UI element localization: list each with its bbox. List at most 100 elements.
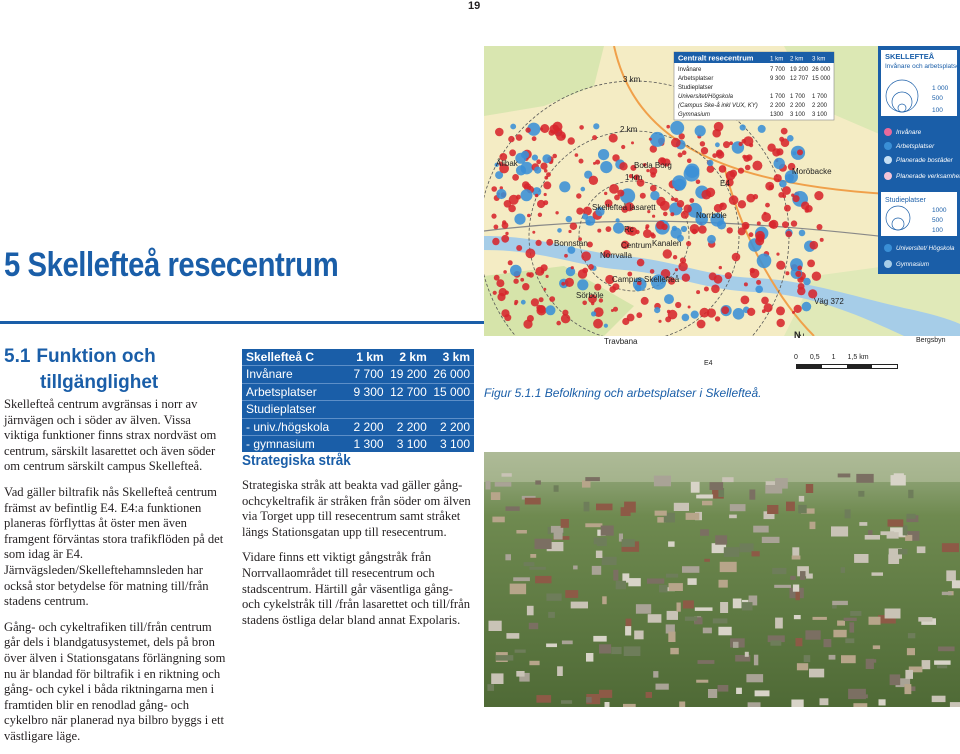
workplace-dot [501, 234, 510, 243]
scale-label: 1,5 km [847, 354, 869, 361]
workplace-dot [498, 288, 507, 297]
workplace-dot [525, 127, 531, 133]
scale-labels: 0 0,5 1 1,5 km [794, 354, 869, 361]
workplace-dot [652, 214, 656, 218]
building-block [946, 570, 956, 582]
workplace-dot [661, 223, 668, 230]
table-cell: Arbetsplatser [246, 384, 317, 399]
workplace-dot [588, 264, 594, 270]
workplace-dot [746, 193, 756, 203]
table-cell: Invånare [246, 367, 293, 382]
workplace-dot [743, 155, 751, 162]
building-block [635, 604, 652, 614]
resident-dot [716, 220, 727, 230]
workplace-dot [713, 274, 723, 284]
building-block [767, 505, 779, 514]
building-block [516, 671, 525, 677]
workplace-dot [780, 127, 788, 135]
building-block [611, 646, 622, 655]
workplace-dot [546, 172, 551, 177]
building-block [696, 679, 709, 683]
building-block [585, 523, 603, 528]
building-block [729, 504, 746, 512]
building-block [673, 502, 689, 511]
workplace-dot [681, 150, 687, 155]
workplace-dot [695, 179, 701, 185]
building-block [833, 629, 847, 638]
building-block [697, 660, 715, 664]
building-block [823, 639, 832, 648]
chapter-rule [0, 321, 484, 324]
building-block [702, 500, 713, 506]
inset-cell: 1 700 [812, 94, 828, 100]
workplace-dot [503, 270, 507, 274]
legend-swatch-planned-business [884, 172, 892, 180]
inset-header: 1 km [770, 56, 783, 63]
building-block [509, 583, 527, 595]
workplace-dot [699, 141, 706, 147]
map-legend: SKELLEFTEÅ Invånare och arbetsplatser 1 … [878, 46, 960, 274]
building-block [485, 480, 491, 490]
resident-dot [779, 179, 787, 188]
building-block [938, 646, 955, 652]
legend-item: Planerade bostäder [896, 157, 954, 164]
resident-dot [755, 285, 763, 294]
workplace-dot [535, 239, 542, 246]
chapter-title-text: Skellefteå resecentrum [27, 246, 339, 284]
legend-study-item: Universitet/ Högskola [896, 245, 955, 252]
legend-study-value: 100 [932, 227, 943, 234]
workplace-dot [604, 191, 608, 196]
workplace-dot [672, 255, 678, 260]
workplace-dot [495, 127, 504, 137]
place-label: Norrböle [696, 211, 727, 220]
workplace-dot [663, 211, 668, 217]
building-block [868, 616, 881, 625]
resident-dot [613, 222, 625, 234]
inset-cell: 7 700 [770, 67, 786, 73]
inset-cell: 1300 [770, 112, 784, 118]
building-block [729, 514, 737, 519]
building-block [529, 660, 540, 666]
place-label: Väg 372 [814, 297, 844, 306]
workplace-dot [724, 272, 732, 280]
building-block [718, 579, 728, 588]
building-block [682, 600, 694, 609]
workplace-dot [582, 267, 589, 274]
workplace-dot [608, 133, 618, 143]
building-block [890, 475, 906, 486]
table-cell [384, 401, 427, 417]
building-block [793, 615, 801, 620]
building-block [704, 558, 710, 562]
building-block [747, 702, 761, 707]
workplace-dot [594, 283, 602, 291]
building-block [570, 601, 588, 609]
workplace-dot [513, 278, 519, 284]
workplace-dot [512, 174, 519, 181]
workplace-dot [648, 137, 652, 141]
building-block [809, 668, 825, 678]
resident-dot [739, 124, 746, 131]
place-label: Skellefteå lasarett [592, 203, 656, 212]
building-block [553, 485, 559, 492]
workplace-dot [588, 175, 599, 185]
resident-dot [582, 213, 589, 220]
workplace-dot [528, 272, 534, 278]
building-block [837, 620, 845, 626]
workplace-dot [743, 224, 749, 230]
resident-dot [787, 135, 794, 142]
building-block [586, 697, 592, 703]
resident-dot [598, 149, 610, 161]
workplace-dot [698, 225, 707, 234]
inset-cell: 12 707 [790, 76, 809, 82]
workplace-dot [507, 260, 513, 266]
workplace-dot [686, 241, 692, 247]
building-block [809, 521, 816, 530]
workplace-dot [535, 266, 545, 276]
building-block [746, 674, 764, 683]
building-block [625, 618, 632, 628]
middle-column: Strategiska stråk att beakta vad gäller … [242, 478, 474, 638]
resident-dot [670, 227, 682, 239]
workplace-dot [675, 301, 682, 309]
building-block [898, 549, 908, 555]
workplace-dot [640, 296, 649, 305]
